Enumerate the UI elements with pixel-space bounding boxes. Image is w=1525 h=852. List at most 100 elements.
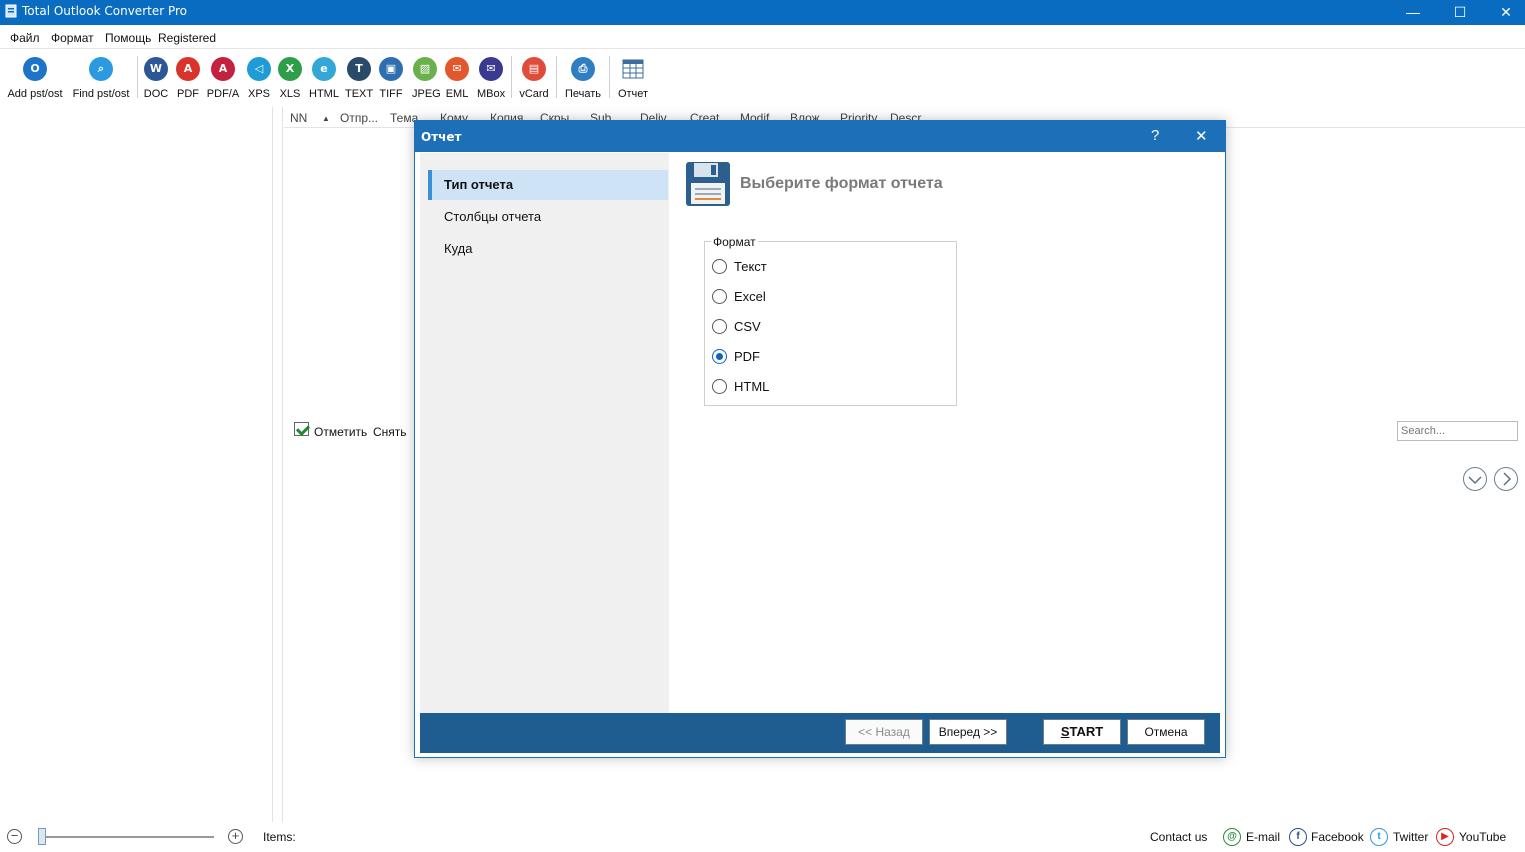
toolbar-button-label: MBox [477,88,506,100]
radio-button[interactable] [712,379,727,394]
uncheck-all-button[interactable]: Снять [373,425,407,439]
menu-format[interactable]: Формат [51,31,94,45]
items-count-label: Items: [263,830,296,844]
toolbar-button-text[interactable]: T TEXT [345,54,373,104]
toolbar: O Add pst/ost ⌕ Find pst/ost W DOC A PDF A PDF/A ◁… [0,50,1525,106]
radio-button[interactable] [712,319,727,334]
twitter-link[interactable]: Twitter [1393,830,1428,844]
radio-button[interactable] [712,289,727,304]
toolbar-button-doc[interactable]: W DOC [143,54,169,104]
zoom-in-button[interactable]: + [228,829,243,844]
maximize-button[interactable]: ☐ [1437,0,1483,25]
email-link[interactable]: E-mail [1246,830,1280,844]
sort-ascending-icon[interactable]: ▲ [322,114,330,123]
dialog-help-button[interactable]: ? [1151,127,1159,144]
toolbar-button-label: TIFF [379,88,403,100]
toolbar-button-label: PDF [177,88,199,100]
column-header[interactable]: NN [290,111,307,125]
toolbar-button-label: Find pst/ost [72,88,130,100]
email-icon[interactable]: @ [1223,828,1241,846]
facebook-link[interactable]: Facebook [1311,830,1364,844]
column-header[interactable]: Отпр... [340,111,378,125]
toolbar-button-find-pst-ost[interactable]: ⌕ Find pst/ost [72,54,130,104]
status-bar: − + Items: Contact us @ E-mail f Faceboo… [0,822,1525,852]
toolbar-button-label: EML [445,88,469,100]
option-label[interactable]: PDF [734,349,760,364]
vcard-icon: ▤ [522,57,546,81]
cancel-button[interactable]: Отмена [1127,719,1205,745]
toolbar-button-label: XPS [247,88,270,100]
toolbar-button-label: XLS [279,88,301,100]
outlook-icon: O [23,57,47,81]
format-group-label: Формат [711,235,758,249]
chevron-right-icon[interactable] [1494,467,1518,491]
close-window-button[interactable]: ✕ [1483,0,1525,25]
option-label[interactable]: HTML [734,379,769,394]
back-button[interactable]: << Назад [845,719,923,745]
toolbar-button-pdf[interactable]: A PDF [175,54,201,104]
pdfa-icon: A [211,57,235,81]
youtube-icon[interactable]: ▶ [1436,828,1454,846]
printer-icon: ⎙ [571,57,595,81]
zoom-out-button[interactable]: − [7,829,22,844]
toolbar-button-отчет[interactable]: Отчет [615,54,651,104]
option-label[interactable]: Текст [734,259,767,274]
contact-us-link[interactable]: Contact us [1150,830,1207,844]
toolbar-button-eml[interactable]: ✉ EML [445,54,469,104]
tiff-icon: ▣ [379,57,403,81]
menu-registered[interactable]: Registered [158,31,216,45]
search-input[interactable] [1397,421,1518,441]
option-label[interactable]: Excel [734,289,766,304]
toolbar-button-xps[interactable]: ◁ XPS [247,54,271,104]
window-title: Total Outlook Converter Pro [22,4,187,18]
toolbar-button-label: JPEG [412,88,441,100]
radio-button-selected[interactable] [712,349,727,364]
toolbar-button-pdf-a[interactable]: A PDF/A [206,54,240,104]
toolbar-separator [511,56,512,98]
step-report-columns[interactable]: Столбцы отчета [428,202,668,232]
toolbar-button-label: Печать [564,88,602,100]
jpeg-icon: ▨ [413,57,437,81]
excel-icon: X [278,57,302,81]
word-icon: W [144,57,168,81]
checkmark-icon[interactable] [294,422,309,436]
toolbar-separator [556,56,557,98]
toolbar-button-mbox[interactable]: ✉ MBox [477,54,505,104]
next-button[interactable]: Вперед >> [929,719,1007,745]
toolbar-button-jpeg[interactable]: ▨ JPEG [412,54,441,104]
chevron-down-icon[interactable] [1463,467,1487,491]
youtube-link[interactable]: YouTube [1459,830,1506,844]
check-all-button[interactable]: Отметить [314,425,367,439]
dialog-close-button[interactable]: ✕ [1195,127,1208,145]
menu-help[interactable]: Помощь [105,31,151,45]
option-label[interactable]: CSV [734,319,761,334]
pdf-icon: A [176,57,200,81]
step-report-type[interactable]: Тип отчета [428,170,668,200]
facebook-icon[interactable]: f [1289,828,1307,846]
toolbar-button-xls[interactable]: X XLS [278,54,302,104]
minimize-button[interactable]: — [1390,0,1436,25]
zoom-slider-thumb[interactable] [38,828,46,845]
pane-splitter[interactable] [273,107,283,822]
toolbar-button-tiff[interactable]: ▣ TIFF [379,54,403,104]
radio-button[interactable] [712,259,727,274]
toolbar-button-label: vCard [519,88,549,100]
toolbar-separator [137,56,138,98]
zoom-slider-track[interactable] [40,836,214,838]
dialog-heading: Выберите формат отчета [740,175,943,192]
folder-tree-pane[interactable] [0,107,273,822]
dialog-title-bar: Отчет ? ✕ [415,121,1225,152]
toolbar-button-label: Add pst/ost [7,88,63,100]
toolbar-button-add-pst-ost[interactable]: O Add pst/ost [6,54,64,104]
menu-bar: Файл Формат Помощь Registered [0,25,1525,49]
step-destination[interactable]: Куда [428,234,668,264]
toolbar-button-label: DOC [143,88,169,100]
eml-icon: ✉ [445,57,469,81]
twitter-icon[interactable]: t [1370,828,1388,846]
start-button[interactable]: START [1043,719,1121,745]
toolbar-button-печать[interactable]: ⎙ Печать [563,54,603,104]
toolbar-button-html[interactable]: e HTML [309,54,339,104]
dialog-title: Отчет [421,130,462,144]
menu-file[interactable]: Файл [10,31,40,45]
toolbar-button-vcard[interactable]: ▤ vCard [517,54,551,104]
